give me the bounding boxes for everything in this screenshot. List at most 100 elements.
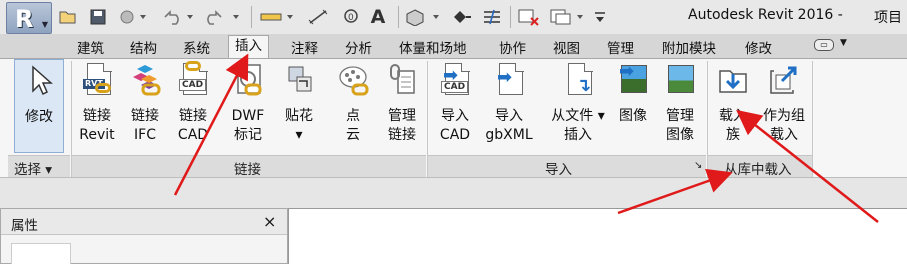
text-icon[interactable]: A xyxy=(368,6,388,28)
type-selector-preview[interactable] xyxy=(11,243,71,264)
tab-collaborate[interactable]: 协作 xyxy=(499,37,526,58)
tab-annotate[interactable]: 注释 xyxy=(291,37,318,58)
tab-architecture[interactable]: 建筑 xyxy=(77,37,104,58)
import-panel-title: 导入 xyxy=(545,162,572,178)
load-family-button[interactable]: 载入族 xyxy=(710,59,756,153)
modify-button[interactable]: 修改 xyxy=(14,59,64,153)
button-label: 载入族 xyxy=(719,108,747,143)
properties-header: 属性 × xyxy=(1,209,287,235)
tab-insert[interactable]: 插入 xyxy=(228,35,269,58)
insert-from-file-icon: ↴ xyxy=(562,62,594,97)
svg-text:0: 0 xyxy=(348,13,354,23)
toolbar-divider xyxy=(510,6,511,28)
tab-analyze[interactable]: 分析 xyxy=(345,37,372,58)
panel-divider xyxy=(427,61,428,177)
link-ifc-icon xyxy=(133,65,161,96)
redo-icon[interactable] xyxy=(204,7,244,27)
tab-structure[interactable]: 结构 xyxy=(130,37,157,58)
options-bar xyxy=(0,178,907,208)
manage-images-button[interactable]: 管理 图像 xyxy=(658,59,702,153)
load-as-group-icon xyxy=(770,66,797,94)
link-cad-icon: CAD xyxy=(177,61,209,97)
import-gbxml-button[interactable]: ➡ 导入 gbXML xyxy=(480,59,538,153)
button-label: 导入 CAD xyxy=(439,108,471,143)
import-cad-button[interactable]: CAD ➡ 导入 CAD xyxy=(432,59,478,153)
close-views-icon[interactable] xyxy=(516,7,542,27)
button-label: 贴花 ▾ xyxy=(285,108,313,143)
tab-manage[interactable]: 管理 xyxy=(607,37,634,58)
manage-links-icon xyxy=(390,64,415,94)
decal-icon xyxy=(288,66,312,92)
panel-divider xyxy=(71,61,72,177)
application-menu-button[interactable]: R ▼ xyxy=(6,2,52,34)
tab-modify[interactable]: 修改 xyxy=(745,37,772,58)
switch-windows-icon[interactable] xyxy=(548,7,588,27)
ribbon-minimize-icon[interactable]: ▭ xyxy=(814,39,834,51)
ribbon: 修改 选择 ▾ RVT 链接 Revit 链接 IFC CAD 链接 CAD DWF 标… xyxy=(0,58,907,178)
open-icon[interactable] xyxy=(58,7,78,27)
button-label: 点云 xyxy=(346,108,360,143)
modify-label: 修改 xyxy=(25,109,53,125)
dimension-icon[interactable] xyxy=(306,7,330,27)
drawing-area[interactable] xyxy=(288,208,907,264)
thin-lines-icon[interactable] xyxy=(480,7,504,27)
toolbar-divider xyxy=(251,6,252,28)
window-title-suffix: 项目 xyxy=(874,10,902,26)
button-label: 链接 Revit xyxy=(79,108,115,143)
save-icon[interactable] xyxy=(88,7,108,27)
3d-view-icon[interactable] xyxy=(404,7,442,27)
point-cloud-button[interactable]: 点云 xyxy=(330,59,376,153)
tab-massing-site[interactable]: 体量和场地 xyxy=(399,37,467,58)
quick-access-toolbar: R ▼ 0 A Autodesk Revit 2016 - 项目 xyxy=(0,0,907,34)
tab-view[interactable]: 视图 xyxy=(553,37,580,58)
section-icon[interactable] xyxy=(450,7,474,27)
tag-icon[interactable]: 0 xyxy=(338,7,362,27)
tab-systems[interactable]: 系统 xyxy=(183,37,210,58)
button-label: 从文件 ▾ 插入 xyxy=(551,108,605,143)
load-family-icon xyxy=(719,70,747,93)
image-button[interactable]: ➡ 图像 xyxy=(612,59,654,153)
button-label: 管理 图像 xyxy=(666,108,694,143)
properties-title: 属性 xyxy=(11,218,38,234)
chevron-down-icon: ▼ xyxy=(41,20,48,29)
image-icon: ➡ xyxy=(617,61,649,97)
panel-divider xyxy=(812,61,813,177)
load-panel-title: 从库中载入 xyxy=(724,162,792,178)
undo-icon[interactable] xyxy=(160,7,196,27)
decal-button[interactable]: 贴花 ▾ xyxy=(276,59,322,153)
dwf-markup-button[interactable]: DWF 标记 xyxy=(224,59,272,153)
load-as-group-button[interactable]: 作为组 载入 xyxy=(758,59,810,153)
button-label: 链接 IFC xyxy=(131,108,159,143)
dwf-markup-icon xyxy=(237,64,262,96)
customize-icon[interactable] xyxy=(592,7,608,27)
insert-from-file-button[interactable]: ↴ 从文件 ▾ 插入 xyxy=(546,59,610,153)
link-revit-button[interactable]: RVT 链接 Revit xyxy=(74,59,120,153)
window-title: Autodesk Revit 2016 - xyxy=(688,7,843,23)
tab-add-ins[interactable]: 附加模块 xyxy=(662,37,716,58)
manage-links-button[interactable]: 管理 链接 xyxy=(380,59,424,153)
sync-icon[interactable] xyxy=(116,7,150,27)
ribbon-tab-bar: 建筑 结构 系统 插入 注释 分析 体量和场地 协作 视图 管理 附加模块 修改… xyxy=(0,34,907,58)
link-cad-button[interactable]: CAD 链接 CAD xyxy=(170,59,216,153)
revit-logo-icon: R xyxy=(15,5,34,33)
properties-palette: 属性 × xyxy=(0,208,288,264)
cursor-arrow-icon xyxy=(32,65,53,96)
button-label: 作为组 载入 xyxy=(763,108,805,143)
link-ifc-button[interactable]: 链接 IFC xyxy=(122,59,168,153)
button-label: 管理 链接 xyxy=(388,108,416,143)
measure-icon[interactable] xyxy=(258,7,296,27)
button-label: 链接 CAD xyxy=(177,108,209,143)
close-icon[interactable]: × xyxy=(263,212,276,231)
button-label: DWF 标记 xyxy=(231,108,265,143)
import-gbxml-icon: ➡ xyxy=(493,62,525,97)
button-label: 图像 xyxy=(619,108,647,124)
select-panel-title[interactable]: 选择 ▾ xyxy=(14,158,52,178)
toolbar-divider xyxy=(398,6,399,28)
manage-images-icon xyxy=(664,63,696,97)
chevron-down-icon[interactable]: ▼ xyxy=(840,38,847,48)
point-cloud-icon xyxy=(339,66,369,96)
link-revit-icon: RVT xyxy=(81,62,113,97)
button-label: 导入 gbXML xyxy=(485,108,533,143)
panel-divider xyxy=(707,61,708,177)
dialog-launcher-icon[interactable]: ↘ xyxy=(694,160,702,171)
